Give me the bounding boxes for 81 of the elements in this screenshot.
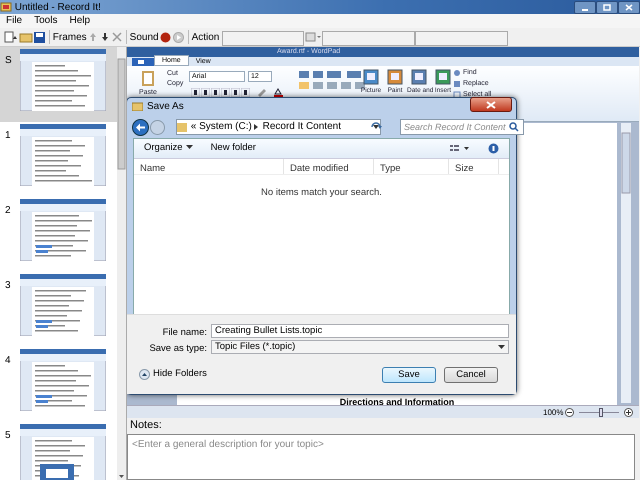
column-header[interactable]: Name bbox=[134, 159, 284, 174]
breadcrumb-item[interactable]: System (C:) bbox=[199, 120, 252, 134]
picture-icon[interactable] bbox=[363, 69, 379, 85]
text-field[interactable] bbox=[415, 30, 508, 46]
search-field[interactable]: Search Record It Content bbox=[400, 119, 524, 135]
calendar-icon[interactable] bbox=[411, 69, 427, 85]
collapse-icon bbox=[139, 368, 150, 380]
dialog-button[interactable]: Save bbox=[382, 367, 436, 383]
frame-thumbnail[interactable] bbox=[20, 274, 106, 336]
notes-field[interactable]: <Enter a general description for your topic> bbox=[127, 434, 635, 480]
notes-label: Notes: bbox=[130, 419, 162, 431]
menu-item[interactable]: File bbox=[0, 14, 28, 28]
empty-message: No items match your search. bbox=[260, 186, 383, 200]
save-icon[interactable] bbox=[32, 30, 46, 44]
close-button[interactable] bbox=[470, 97, 512, 112]
dialog-button[interactable]: Cancel bbox=[444, 367, 498, 383]
frames-label: Frames bbox=[52, 30, 87, 44]
breadcrumb-item[interactable]: Record It Content bbox=[262, 120, 341, 134]
save-type-dropdown[interactable]: Topic Files (*.topic) bbox=[211, 340, 509, 354]
close-button[interactable] bbox=[618, 0, 640, 14]
app-icon bbox=[0, 2, 12, 12]
clipboard-icon bbox=[141, 69, 155, 87]
close-icon bbox=[486, 100, 496, 108]
view-options-icon[interactable] bbox=[450, 144, 470, 154]
frame-number: 3 bbox=[4, 279, 12, 293]
frame-number: S bbox=[4, 54, 13, 68]
document-scrollbar[interactable] bbox=[621, 123, 631, 403]
slider-thumb[interactable] bbox=[599, 408, 603, 417]
window-title: Untitled - Record It! bbox=[14, 0, 101, 14]
folder-icon bbox=[132, 102, 143, 111]
dropdown-arrow-icon bbox=[498, 344, 505, 350]
caret-icon bbox=[186, 145, 193, 150]
dialog-title: Save As bbox=[147, 100, 184, 114]
frame-thumbnail[interactable] bbox=[20, 124, 106, 186]
replace-icon[interactable] bbox=[453, 80, 461, 88]
chevron-icon bbox=[252, 123, 260, 131]
column-header[interactable]: Size bbox=[449, 159, 499, 174]
field-label: File name: bbox=[162, 326, 207, 340]
zoom-in-icon[interactable] bbox=[624, 408, 633, 417]
folder-icon bbox=[177, 122, 188, 132]
hide-folders-button[interactable]: Hide Folders bbox=[139, 367, 207, 382]
select-all-icon[interactable] bbox=[453, 91, 461, 99]
frame-number: 2 bbox=[4, 204, 12, 218]
help-icon[interactable] bbox=[488, 143, 499, 154]
breadcrumb-overflow[interactable]: « bbox=[190, 120, 196, 134]
frame-thumbnail[interactable] bbox=[20, 424, 106, 480]
screen-icon[interactable] bbox=[304, 31, 322, 43]
paint-icon[interactable] bbox=[387, 69, 403, 85]
maximize-icon bbox=[603, 4, 611, 11]
menu-item[interactable]: Tools bbox=[28, 14, 64, 28]
frame-thumbnail[interactable] bbox=[20, 199, 106, 261]
dropdown-arrow-icon[interactable] bbox=[372, 123, 380, 131]
document-heading: Directions and Information bbox=[338, 398, 456, 406]
field-label: Save as type: bbox=[148, 342, 207, 356]
sound-label: Sound bbox=[130, 30, 159, 44]
file-name-field[interactable]: Creating Bullet Lists.topic bbox=[211, 324, 509, 338]
search-icon bbox=[509, 122, 519, 132]
new-frame-icon[interactable] bbox=[2, 30, 19, 44]
minimize-button[interactable] bbox=[574, 0, 596, 14]
new-folder-button[interactable]: New folder bbox=[210, 141, 256, 156]
frame-number: 1 bbox=[4, 129, 12, 143]
close-icon bbox=[625, 4, 633, 11]
column-header[interactable]: Type bbox=[374, 159, 449, 174]
app-menu-button[interactable] bbox=[132, 58, 154, 66]
insert-object-icon[interactable] bbox=[435, 69, 451, 85]
organize-menu[interactable]: Organize bbox=[144, 141, 193, 156]
back-icon[interactable] bbox=[132, 119, 149, 136]
zoom-out-icon[interactable] bbox=[565, 408, 574, 417]
frame-number: 5 bbox=[4, 429, 12, 443]
zoom-reading: 100% bbox=[543, 407, 564, 418]
menu-item[interactable]: Help bbox=[63, 14, 96, 28]
frame-thumbnail[interactable] bbox=[20, 349, 106, 411]
action-label: Action bbox=[192, 30, 220, 44]
vertical-scrollbar[interactable] bbox=[117, 47, 126, 480]
frame-thumbnail[interactable] bbox=[20, 49, 106, 111]
dropdown-field[interactable] bbox=[322, 30, 416, 46]
column-header[interactable]: Date modified bbox=[284, 159, 374, 174]
frame-number: 4 bbox=[4, 354, 12, 368]
find-icon[interactable] bbox=[453, 69, 461, 77]
record-icon[interactable] bbox=[158, 30, 172, 44]
maximize-button[interactable] bbox=[596, 0, 618, 14]
